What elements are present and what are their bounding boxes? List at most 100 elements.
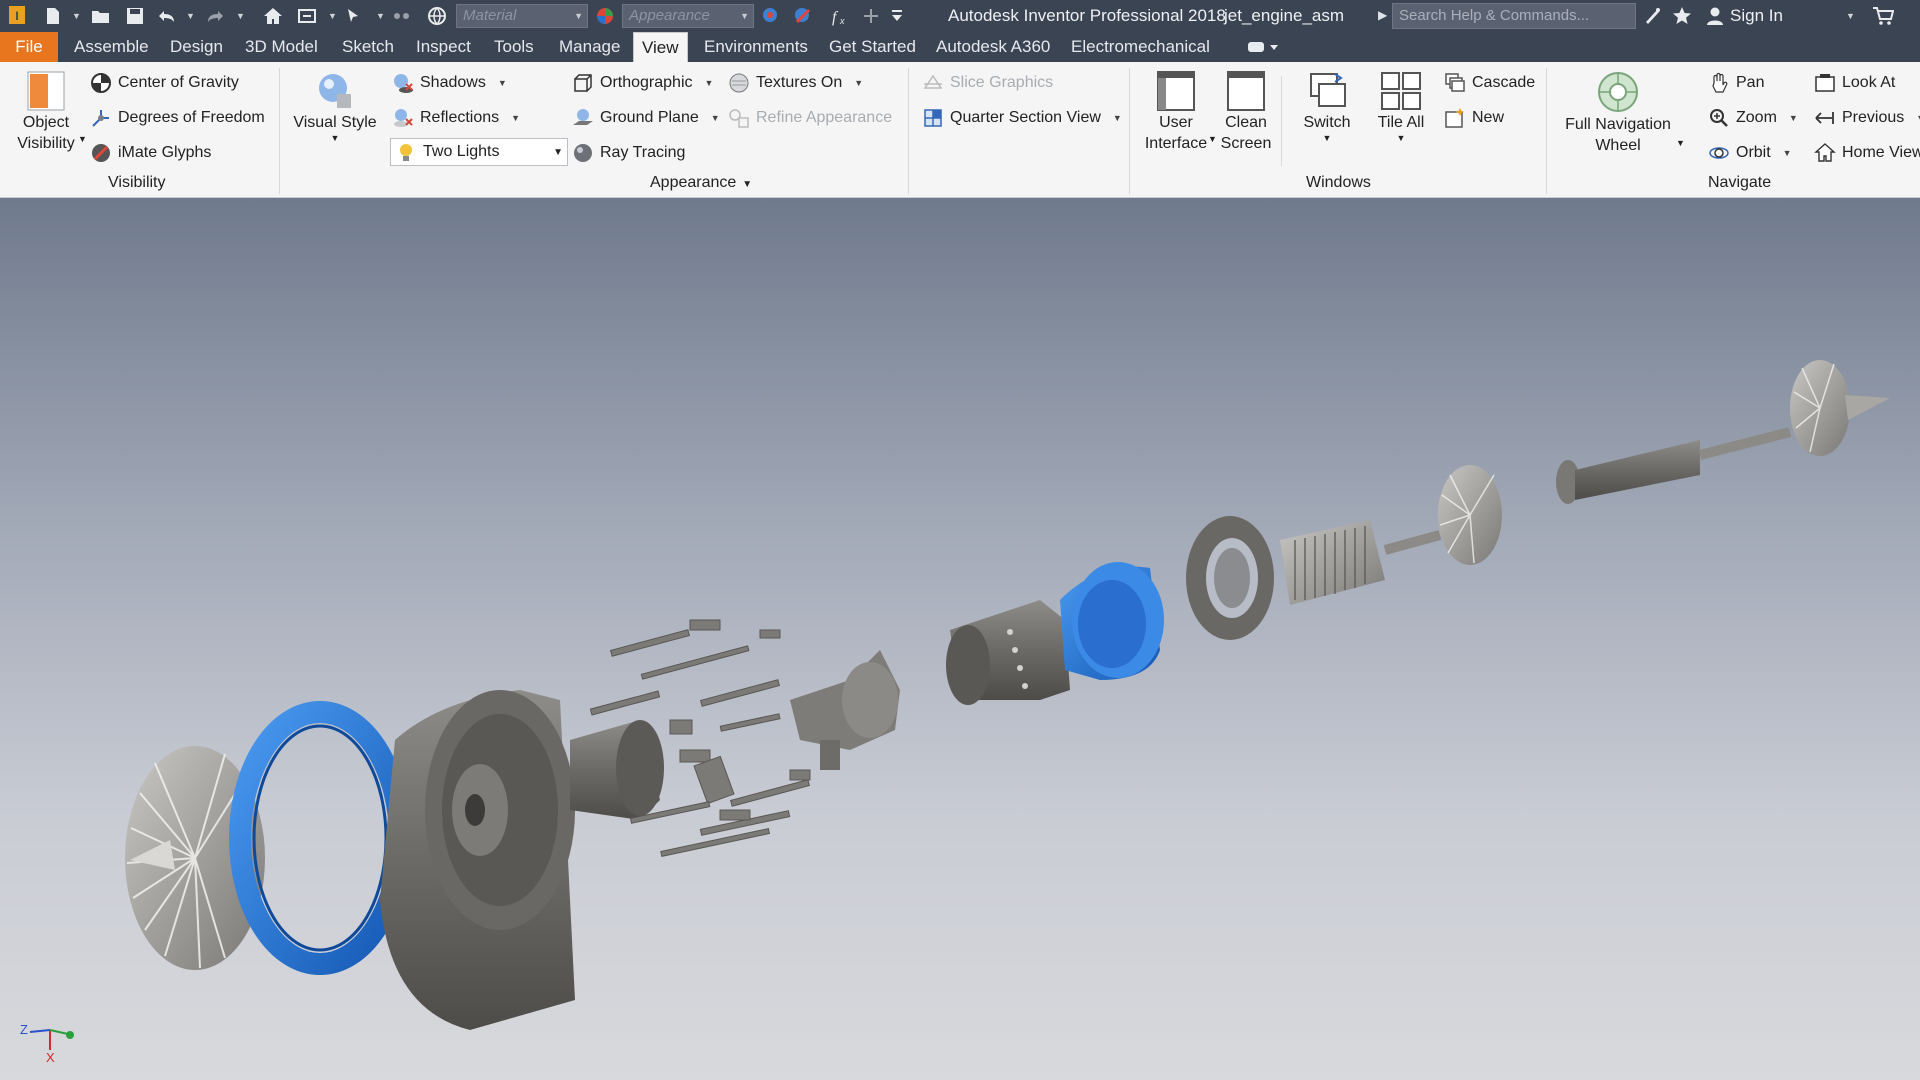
reflections-button[interactable]: Reflections ▼ bbox=[392, 104, 520, 132]
orbit-icon bbox=[1708, 142, 1730, 164]
compressor-section[interactable] bbox=[570, 720, 664, 820]
select-icon[interactable] bbox=[342, 4, 368, 28]
lighting-style-combo[interactable]: Two Lights ▼ bbox=[390, 138, 568, 166]
accessory-gearbox[interactable] bbox=[790, 650, 900, 770]
tab-sketch[interactable]: Sketch bbox=[334, 32, 402, 62]
panel-divider bbox=[1546, 68, 1547, 194]
tab-inspect[interactable]: Inspect bbox=[408, 32, 479, 62]
select-dropdown-icon[interactable]: ▼ bbox=[376, 6, 385, 26]
home-icon[interactable] bbox=[260, 4, 286, 28]
parameters-fx-icon[interactable]: fx bbox=[826, 4, 852, 28]
tab-autodesk-a360[interactable]: Autodesk A360 bbox=[928, 32, 1058, 62]
fan-case-ring[interactable] bbox=[229, 701, 411, 975]
imate-glyphs-button[interactable]: iMate Glyphs bbox=[90, 139, 211, 167]
new-window-button[interactable]: New bbox=[1444, 104, 1504, 132]
object-visibility-dropdown-icon[interactable]: ▼ bbox=[78, 134, 87, 144]
tab-design[interactable]: Design bbox=[162, 32, 231, 62]
previous-view-button[interactable]: Previous▼ bbox=[1814, 104, 1920, 132]
tab-view[interactable]: View bbox=[633, 32, 688, 62]
triad-x-label: X bbox=[46, 1050, 55, 1065]
sign-in-button[interactable]: Sign In bbox=[1706, 6, 1783, 26]
clean-screen-icon bbox=[1227, 71, 1265, 111]
center-of-gravity-button[interactable]: Center of Gravity bbox=[90, 69, 239, 97]
orthographic-button[interactable]: Orthographic ▼ bbox=[572, 69, 713, 97]
zoom-button[interactable]: Zoom ▼ bbox=[1708, 104, 1798, 132]
customize-qat-icon[interactable] bbox=[888, 4, 906, 28]
clean-screen-button[interactable]: Clean Screen bbox=[1218, 70, 1274, 154]
panel-divider bbox=[279, 68, 280, 194]
quarter-section-view-button[interactable]: Quarter Section View ▼ bbox=[922, 104, 1122, 132]
windows-panel-label: Windows bbox=[1306, 174, 1371, 191]
slice-graphics-button[interactable]: Slice Graphics bbox=[922, 69, 1053, 97]
turbine-spool[interactable] bbox=[1280, 465, 1502, 605]
update-icon[interactable] bbox=[294, 4, 320, 28]
user-interface-dropdown-icon[interactable]: ▼ bbox=[1208, 134, 1217, 144]
tab-assemble[interactable]: Assemble bbox=[66, 32, 157, 62]
textures-on-button[interactable]: Textures On ▼ bbox=[728, 69, 863, 97]
look-at-button[interactable]: Look At bbox=[1814, 69, 1895, 97]
tile-all-button[interactable]: Tile All ▼ bbox=[1366, 70, 1436, 143]
pan-button[interactable]: Pan bbox=[1708, 69, 1764, 97]
sign-in-dropdown-icon[interactable]: ▼ bbox=[1846, 6, 1855, 26]
visibility-panel-label: Visibility bbox=[108, 174, 166, 191]
application-title: Autodesk Inventor Professional 2018 bbox=[948, 6, 1226, 25]
object-visibility-button[interactable]: Object Visibility bbox=[8, 70, 84, 154]
update-dropdown-icon[interactable]: ▼ bbox=[328, 6, 337, 26]
graphics-viewport[interactable]: Z X bbox=[0, 198, 1920, 1080]
appearance-panel-label[interactable]: Appearance ▼ bbox=[650, 174, 752, 192]
help-expand-icon[interactable]: ▶ bbox=[1378, 8, 1387, 22]
add-icon[interactable] bbox=[858, 4, 884, 28]
combustor-case[interactable] bbox=[946, 600, 1070, 705]
orbit-button[interactable]: Orbit ▼ bbox=[1708, 139, 1792, 167]
binoculars-icon[interactable] bbox=[1640, 4, 1664, 28]
shadows-button[interactable]: Shadows ▼ bbox=[392, 69, 507, 97]
full-navigation-wheel-button[interactable]: Full Navigation Wheel bbox=[1556, 70, 1680, 156]
tab-file[interactable]: File bbox=[0, 32, 58, 62]
tab-manage[interactable]: Manage bbox=[551, 32, 628, 62]
tab-get-started[interactable]: Get Started bbox=[821, 32, 924, 62]
measure-icon[interactable] bbox=[388, 4, 414, 28]
tab-3d-model[interactable]: 3D Model bbox=[237, 32, 326, 62]
navigation-wheel-dropdown-icon[interactable]: ▼ bbox=[1676, 138, 1685, 148]
panel-toggle-icon[interactable] bbox=[1246, 39, 1278, 55]
tab-tools[interactable]: Tools bbox=[486, 32, 542, 62]
redo-icon[interactable] bbox=[204, 4, 226, 28]
tab-electromechanical[interactable]: Electromechanical bbox=[1063, 32, 1218, 62]
adjust-appearance-icon[interactable] bbox=[758, 4, 784, 28]
appearance-ball-icon[interactable] bbox=[592, 4, 618, 28]
low-pressure-shaft[interactable] bbox=[1556, 360, 1890, 504]
globe-icon[interactable] bbox=[424, 4, 450, 28]
combustor-liner[interactable] bbox=[1060, 562, 1164, 680]
turbine-frame[interactable] bbox=[1186, 516, 1274, 640]
switch-button[interactable]: Switch ▼ bbox=[1292, 70, 1362, 143]
axis-triad[interactable]: Z X bbox=[20, 1022, 74, 1065]
ray-tracing-button[interactable]: Ray Tracing bbox=[572, 139, 685, 167]
degrees-of-freedom-button[interactable]: Degrees of Freedom bbox=[90, 104, 265, 132]
visual-style-dropdown-icon: ▼ bbox=[330, 133, 340, 143]
search-help-input[interactable]: Search Help & Commands... bbox=[1392, 3, 1636, 29]
visual-style-button[interactable]: Visual Style ▼ bbox=[290, 70, 380, 143]
ground-plane-button[interactable]: Ground Plane ▼ bbox=[572, 104, 720, 132]
new-file-icon[interactable] bbox=[40, 4, 66, 28]
undo-dropdown-icon[interactable]: ▼ bbox=[186, 6, 195, 26]
tile-all-icon bbox=[1381, 72, 1421, 110]
refine-appearance-button[interactable]: Refine Appearance bbox=[728, 104, 892, 132]
cascade-button[interactable]: Cascade bbox=[1444, 69, 1535, 97]
inventor-logo-icon[interactable]: I bbox=[4, 4, 30, 28]
redo-dropdown-icon[interactable]: ▼ bbox=[236, 6, 245, 26]
undo-icon[interactable] bbox=[156, 4, 178, 28]
fan-casing[interactable] bbox=[380, 690, 575, 1030]
save-icon[interactable] bbox=[122, 4, 148, 28]
exploded-jet-engine-model[interactable]: Z X bbox=[0, 198, 1920, 1080]
clear-appearance-icon[interactable] bbox=[790, 4, 816, 28]
ribbon-tab-bar: File Assemble Design 3D Model Sketch Ins… bbox=[0, 32, 1920, 62]
favorites-star-icon[interactable] bbox=[1670, 4, 1694, 28]
tab-environments[interactable]: Environments bbox=[696, 32, 816, 62]
shopping-cart-icon[interactable] bbox=[1870, 4, 1896, 28]
open-folder-icon[interactable] bbox=[88, 4, 114, 28]
material-combo[interactable]: Material ▼ bbox=[456, 4, 588, 28]
new-dropdown-icon[interactable]: ▼ bbox=[72, 6, 81, 26]
home-view-button[interactable]: Home View bbox=[1814, 139, 1920, 167]
user-interface-button[interactable]: User Interface bbox=[1138, 70, 1214, 154]
appearance-combo[interactable]: Appearance ▼ bbox=[622, 4, 754, 28]
